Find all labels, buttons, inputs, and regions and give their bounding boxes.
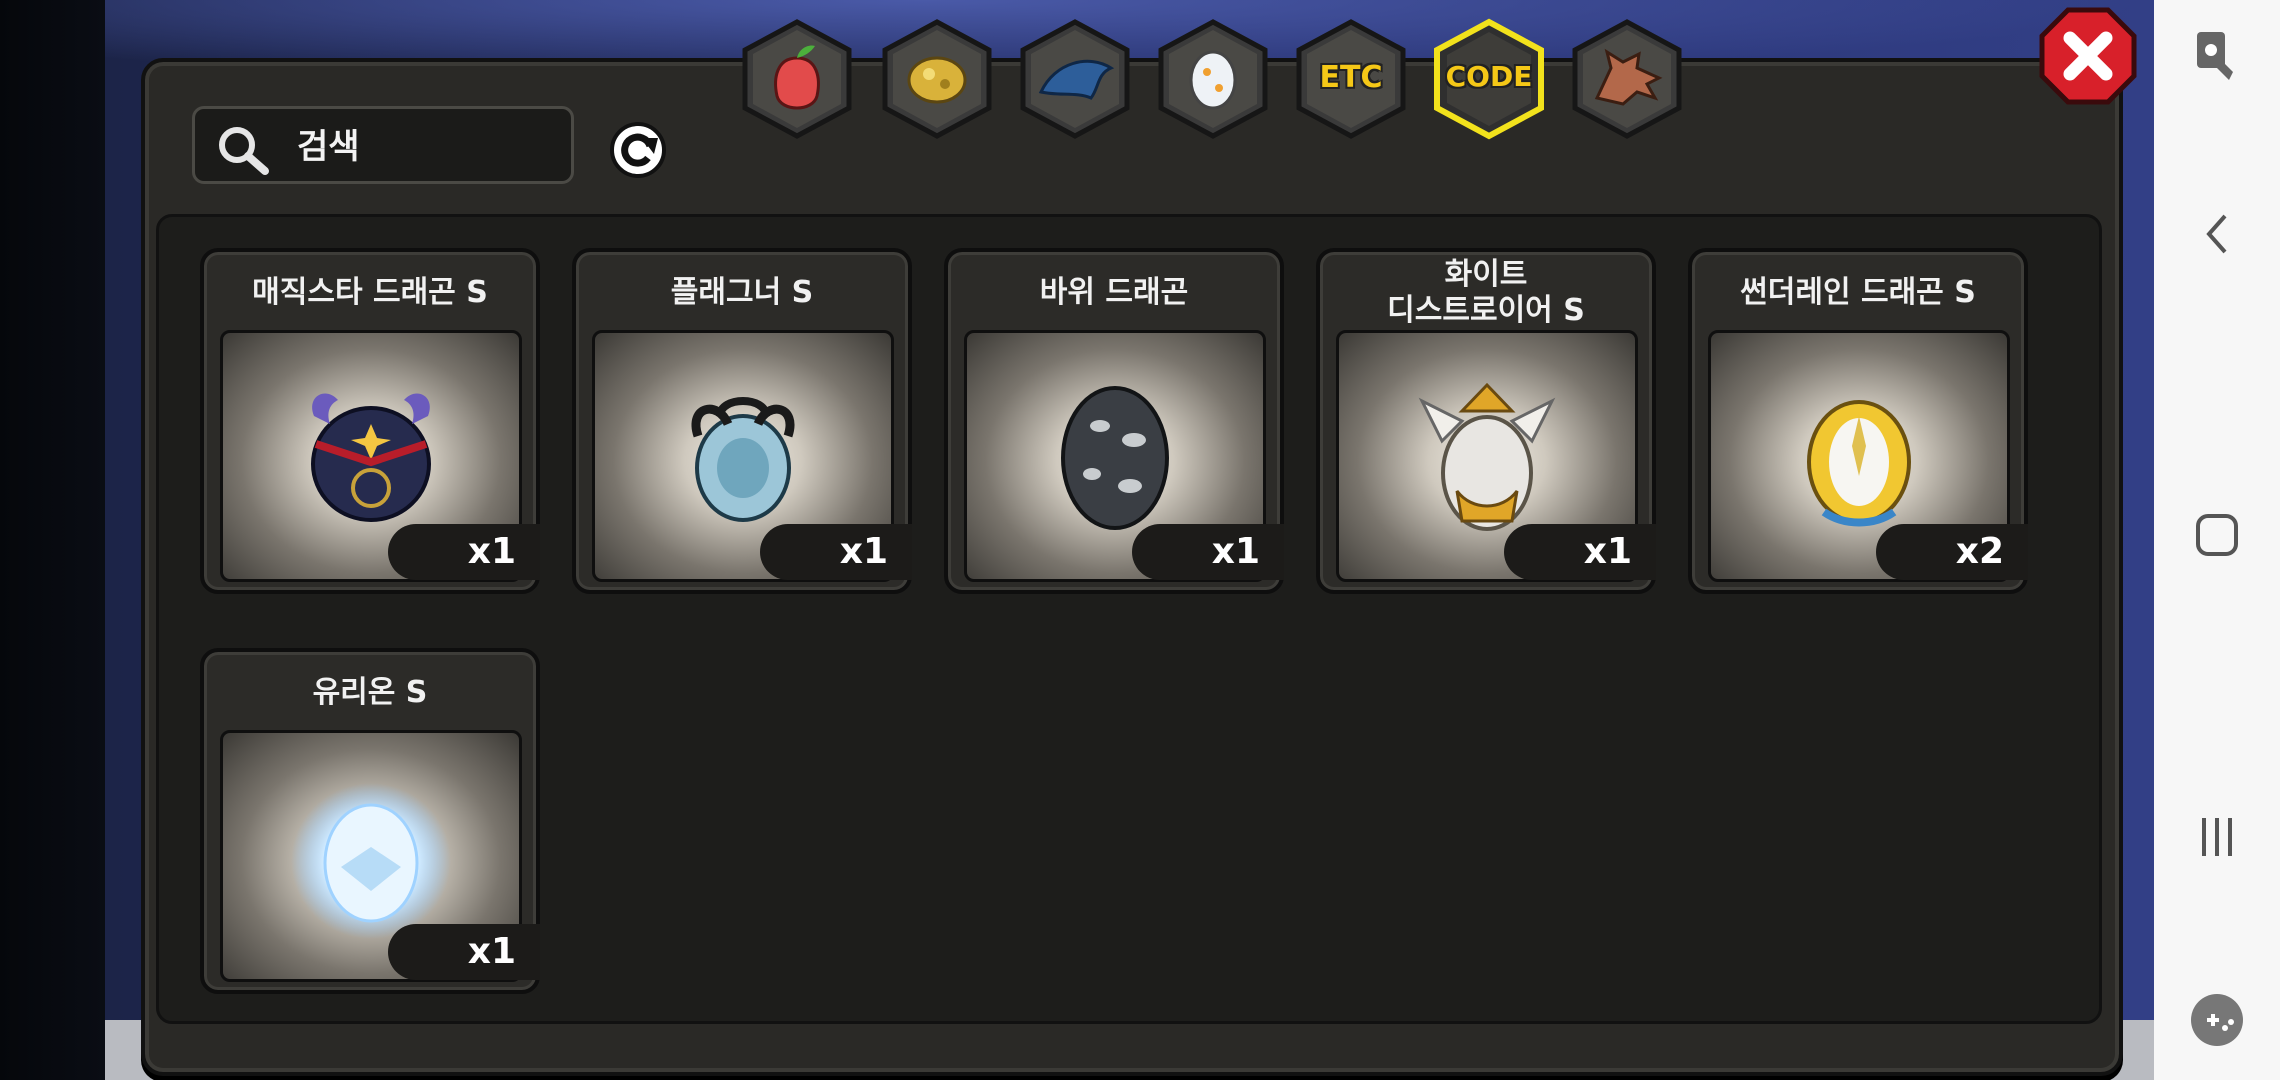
item-card[interactable]: 화이트 디스트로이어 S x1 [1316, 248, 1656, 594]
item-card[interactable]: 썬더레인 드래곤 S x2 [1688, 248, 2028, 594]
refresh-icon[interactable] [604, 116, 672, 184]
item-card[interactable]: 플래그너 S x1 [572, 248, 912, 594]
tab-etc[interactable]: ETC [1291, 18, 1411, 140]
item-name: 썬더레인 드래곤 S [1740, 275, 1976, 310]
tab-code[interactable]: CODE [1429, 18, 1549, 140]
dragon-scale-icon [1038, 59, 1115, 100]
item-name: 플래그너 S [670, 275, 814, 310]
recent-apps-icon [2202, 818, 2232, 856]
item-quantity: x1 [388, 924, 540, 980]
screen-lock-touch-button[interactable] [2154, 28, 2280, 84]
android-navigation-bar [2154, 0, 2280, 1080]
recent-apps-button[interactable] [2154, 812, 2280, 862]
item-card[interactable]: 매직스타 드래곤 S x1 [200, 248, 540, 594]
item-name: 화이트 디스트로이어 S [1387, 257, 1585, 328]
game-screen: ETC CODE 매직스타 드래곤 S x1 플래그너 S [0, 0, 2154, 1080]
white-destroyer-egg-icon [1418, 382, 1556, 531]
item-quantity: x1 [760, 524, 912, 580]
flagner-egg-icon [691, 397, 795, 522]
item-name: 매직스타 드래곤 S [252, 275, 488, 310]
close-icon[interactable] [2038, 6, 2138, 106]
fruit-icon [774, 45, 820, 110]
tab-code-label: CODE [1445, 60, 1533, 93]
tab-dragon-scale[interactable] [1015, 18, 1135, 140]
gamepad-icon [2191, 994, 2243, 1046]
home-button[interactable] [2154, 510, 2280, 560]
item-card[interactable]: 바위 드래곤 x1 [944, 248, 1284, 594]
magic-star-dragon-egg-icon [311, 393, 431, 522]
gold-ore-icon [907, 56, 967, 104]
item-name: 유리온 S [312, 675, 428, 710]
dragon-head-icon [1594, 48, 1663, 106]
search-box[interactable] [192, 106, 574, 184]
back-icon [2206, 214, 2227, 254]
tab-gold[interactable] [877, 18, 997, 140]
item-name: 바위 드래곤 [1039, 275, 1189, 310]
back-button[interactable] [2154, 206, 2280, 262]
tab-dragon-head[interactable] [1567, 18, 1687, 140]
item-quantity: x1 [1132, 524, 1284, 580]
item-quantity: x2 [1876, 524, 2028, 580]
item-card[interactable]: 유리온 S x1 [200, 648, 540, 994]
egg-icon [1189, 50, 1237, 110]
game-tools-button[interactable] [2154, 992, 2280, 1048]
tab-etc-label: ETC [1319, 60, 1383, 95]
item-quantity: x1 [1504, 524, 1656, 580]
search-input[interactable] [295, 123, 559, 171]
search-icon [219, 127, 269, 175]
rock-dragon-egg-icon [1061, 386, 1169, 530]
touch-lock-icon [2197, 32, 2233, 80]
item-quantity: x1 [388, 524, 540, 580]
thunderrain-dragon-egg-icon [1807, 400, 1911, 527]
yurion-egg-icon [291, 783, 451, 939]
home-icon [2196, 514, 2238, 556]
tab-fruit[interactable] [737, 18, 857, 140]
tab-egg[interactable] [1153, 18, 1273, 140]
